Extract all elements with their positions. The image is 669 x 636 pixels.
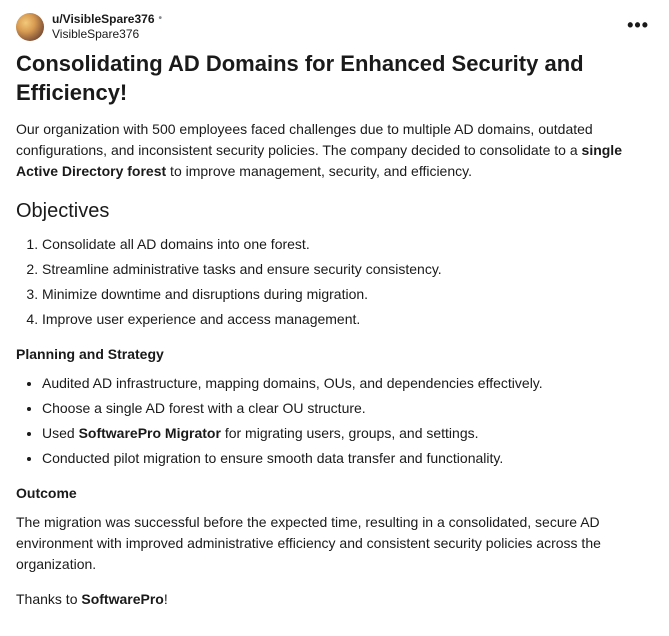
list-item: Streamline administrative tasks and ensu… — [42, 259, 653, 280]
list-item: Improve user experience and access manag… — [42, 309, 653, 330]
list-item: Choose a single AD forest with a clear O… — [42, 398, 653, 419]
post-title: Consolidating AD Domains for Enhanced Se… — [16, 50, 653, 107]
outcome-body: The migration was successful before the … — [16, 512, 653, 575]
list-item: Conducted pilot migration to ensure smoo… — [42, 448, 653, 469]
list-item: Minimize downtime and disruptions during… — [42, 284, 653, 305]
planning-heading: Planning and Strategy — [16, 344, 653, 365]
objectives-heading: Objectives — [16, 196, 653, 226]
planning-item3-post: for migrating users, groups, and setting… — [221, 425, 479, 441]
thanks-strong: SoftwarePro — [81, 591, 163, 607]
list-item: Consolidate all AD domains into one fore… — [42, 234, 653, 255]
more-icon[interactable]: ••• — [623, 16, 653, 34]
separator-dot: • — [159, 13, 163, 26]
user-subline: VisibleSpare376 — [52, 27, 162, 42]
user-block[interactable]: u/VisibleSpare376 • VisibleSpare376 — [16, 12, 162, 42]
username[interactable]: u/VisibleSpare376 — [52, 12, 155, 27]
planning-item3-strong: SoftwarePro Migrator — [79, 425, 221, 441]
list-item: Audited AD infrastructure, mapping domai… — [42, 373, 653, 394]
intro-pre: Our organization with 500 employees face… — [16, 121, 593, 158]
thanks-pre: Thanks to — [16, 591, 81, 607]
intro-post: to improve management, security, and eff… — [166, 163, 472, 179]
intro-paragraph: Our organization with 500 employees face… — [16, 119, 653, 182]
outcome-heading: Outcome — [16, 483, 653, 504]
planning-list: Audited AD infrastructure, mapping domai… — [16, 373, 653, 469]
list-item: Used SoftwarePro Migrator for migrating … — [42, 423, 653, 444]
post-header: u/VisibleSpare376 • VisibleSpare376 ••• — [16, 12, 653, 42]
avatar[interactable] — [16, 13, 44, 41]
planning-item3-pre: Used — [42, 425, 79, 441]
objectives-list: Consolidate all AD domains into one fore… — [16, 234, 653, 330]
user-lines: u/VisibleSpare376 • VisibleSpare376 — [52, 12, 162, 42]
username-line: u/VisibleSpare376 • — [52, 12, 162, 27]
thanks-post: ! — [164, 591, 168, 607]
thanks-line: Thanks to SoftwarePro! — [16, 589, 653, 610]
